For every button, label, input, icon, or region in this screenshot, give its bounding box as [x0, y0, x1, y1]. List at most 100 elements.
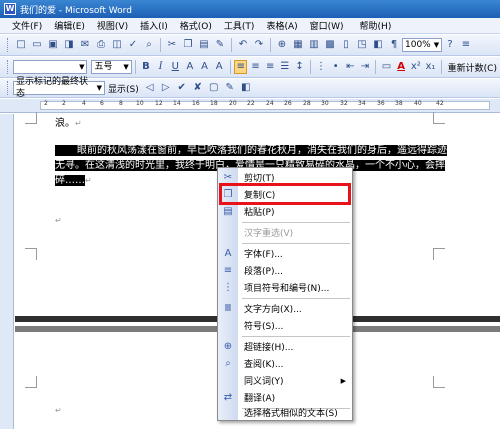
ruler-tick: 2: [44, 100, 48, 107]
insert-comment-icon[interactable]: ▢: [207, 81, 221, 95]
chevron-down-icon: ▼: [79, 63, 85, 71]
increase-indent-icon[interactable]: ⇥: [359, 60, 372, 74]
accept-change-icon[interactable]: ✔: [175, 81, 189, 95]
bold-button[interactable]: B: [140, 60, 153, 74]
menu-item-paragraph[interactable]: ≡ 段落(P)...: [218, 262, 352, 279]
ruler-tick: 10: [136, 100, 144, 107]
empty-paragraph[interactable]: ↵: [55, 214, 62, 228]
menu-item-paste[interactable]: ▤ 粘贴(P): [218, 203, 352, 220]
subscript-button[interactable]: x₁: [424, 60, 437, 74]
character-scaling-icon[interactable]: A: [213, 60, 226, 74]
align-right-icon[interactable]: ≡: [264, 60, 277, 74]
toolbar-grip[interactable]: [7, 38, 10, 52]
tables-borders-icon[interactable]: ▦: [291, 38, 305, 52]
line-spacing-icon[interactable]: ↕: [293, 60, 306, 74]
print-preview-icon[interactable]: ◫: [110, 38, 124, 52]
menu-item-symbol[interactable]: 符号(S)...: [218, 317, 352, 334]
cut-icon[interactable]: ✂: [165, 38, 179, 52]
insert-excel-icon[interactable]: ▩: [323, 38, 337, 52]
help-icon[interactable]: ?: [443, 38, 457, 52]
scissors-icon: ✂: [223, 172, 233, 183]
menu-item-text-direction[interactable]: Ⅲ 文字方向(X)...: [218, 300, 352, 317]
menu-tools[interactable]: 工具(T): [218, 19, 261, 32]
reject-change-icon[interactable]: ✘: [191, 81, 205, 95]
permission-icon[interactable]: ◨: [62, 38, 76, 52]
research-icon[interactable]: ⌕: [142, 38, 156, 52]
font-color-button[interactable]: A: [395, 60, 408, 74]
format-painter-icon[interactable]: ✎: [213, 38, 227, 52]
text-direction-icon: Ⅲ: [224, 303, 232, 314]
open-icon[interactable]: ▭: [30, 38, 44, 52]
show-hide-icon[interactable]: ¶: [387, 38, 401, 52]
context-menu: ✂ 剪切(T) ❐ 复制(C) ▤ 粘贴(P) 汉字重选(V) A 字体(F)... ≡…: [217, 167, 353, 421]
menu-insert[interactable]: 插入(I): [134, 19, 174, 32]
show-menu-button[interactable]: 显示(S): [105, 82, 142, 95]
highlight-icon[interactable]: ▭: [380, 60, 393, 74]
next-change-icon[interactable]: ▷: [159, 81, 173, 95]
new-document-icon[interactable]: □: [14, 38, 28, 52]
menu-table[interactable]: 表格(A): [260, 19, 303, 32]
doc-line[interactable]: 浪。↵: [55, 117, 82, 131]
undo-icon[interactable]: ↶: [236, 38, 250, 52]
font-size-combo[interactable]: 五号 ▼: [91, 60, 132, 74]
underline-button[interactable]: U: [169, 60, 182, 74]
ruler-tick: 12: [155, 100, 163, 107]
doc-line-selected[interactable]: 碎……↵: [55, 174, 92, 188]
menu-help[interactable]: 帮助(H): [350, 19, 398, 32]
email-icon[interactable]: ✉: [78, 38, 92, 52]
menu-edit[interactable]: 编辑(E): [48, 19, 91, 32]
word-icon: W: [4, 3, 16, 15]
superscript-button[interactable]: x²: [409, 60, 422, 74]
read-icon[interactable]: ≡: [459, 38, 473, 52]
menu-item-bullets[interactable]: ⋮ 项目符号和编号(N)...: [218, 279, 352, 296]
toolbar-grip[interactable]: [7, 60, 10, 74]
menu-file[interactable]: 文件(F): [6, 19, 48, 32]
insert-table-icon[interactable]: ▥: [307, 38, 321, 52]
align-center-icon[interactable]: ≡: [249, 60, 262, 74]
numbering-icon[interactable]: ⋮: [315, 60, 328, 74]
word-count-button[interactable]: 重新计数(C): [445, 61, 500, 74]
menu-window[interactable]: 窗口(W): [304, 19, 350, 32]
menu-item-synonyms[interactable]: 同义词(Y) ▶: [218, 372, 352, 389]
menu-item-lookup[interactable]: ⌕ 查阅(K)...: [218, 355, 352, 372]
vertical-ruler[interactable]: [0, 114, 14, 429]
paste-icon[interactable]: ▤: [197, 38, 211, 52]
hyperlink-icon[interactable]: ⊕: [275, 38, 289, 52]
italic-button[interactable]: I: [154, 60, 167, 74]
menu-item-select-similar[interactable]: 选择格式相似的文本(S): [218, 404, 352, 421]
decrease-indent-icon[interactable]: ⇤: [344, 60, 357, 74]
empty-paragraph[interactable]: ↵: [55, 404, 62, 418]
reviewing-pane-icon[interactable]: ◧: [239, 81, 253, 95]
horizontal-ruler[interactable]: 2 2 4 6 8 10 12 14 16 18 20 22 24 26 28 …: [0, 99, 500, 113]
redo-icon[interactable]: ↷: [252, 38, 266, 52]
title-bar: W 我们的爱 - Microsoft Word: [0, 0, 500, 18]
distributed-icon[interactable]: ☰: [279, 60, 292, 74]
document-map-icon[interactable]: ◧: [371, 38, 385, 52]
menu-item-font[interactable]: A 字体(F)...: [218, 245, 352, 262]
character-border-icon[interactable]: A: [184, 60, 197, 74]
bullets-icon[interactable]: •: [329, 60, 342, 74]
menu-view[interactable]: 视图(V): [91, 19, 134, 32]
ruler-tick: 36: [377, 100, 385, 107]
ruler-tick: 14: [173, 100, 181, 107]
display-for-review-combo[interactable]: 显示标记的最终状态 ▼: [13, 77, 105, 99]
align-justify-button[interactable]: ≡: [234, 60, 248, 74]
save-icon[interactable]: ▣: [46, 38, 60, 52]
previous-change-icon[interactable]: ◁: [143, 81, 157, 95]
track-changes-icon[interactable]: ✎: [223, 81, 237, 95]
spelling-icon[interactable]: ✓: [126, 38, 140, 52]
zoom-combo[interactable]: 100% ▼: [402, 38, 442, 52]
chevron-down-icon: ▼: [123, 63, 129, 71]
character-shading-icon[interactable]: A: [198, 60, 211, 74]
columns-icon[interactable]: ▯: [339, 38, 353, 52]
font-size-value: 五号: [94, 62, 113, 72]
drawing-icon[interactable]: ◳: [355, 38, 369, 52]
copy-icon[interactable]: ❐: [181, 38, 195, 52]
menu-item-hyperlink[interactable]: ⊕ 超链接(H)...: [218, 338, 352, 355]
doc-line-selected[interactable]: 眼前的秋风荡漾在窗前，早已吹落我们的春花秋月，消失在我们的身后，遥远得踪迹: [55, 144, 447, 158]
toolbar-grip[interactable]: [7, 81, 10, 95]
ruler-tick: 30: [321, 100, 329, 107]
menu-format[interactable]: 格式(O): [174, 19, 218, 32]
print-icon[interactable]: ⎙: [94, 38, 108, 52]
font-name-combo[interactable]: ▼: [12, 60, 88, 74]
